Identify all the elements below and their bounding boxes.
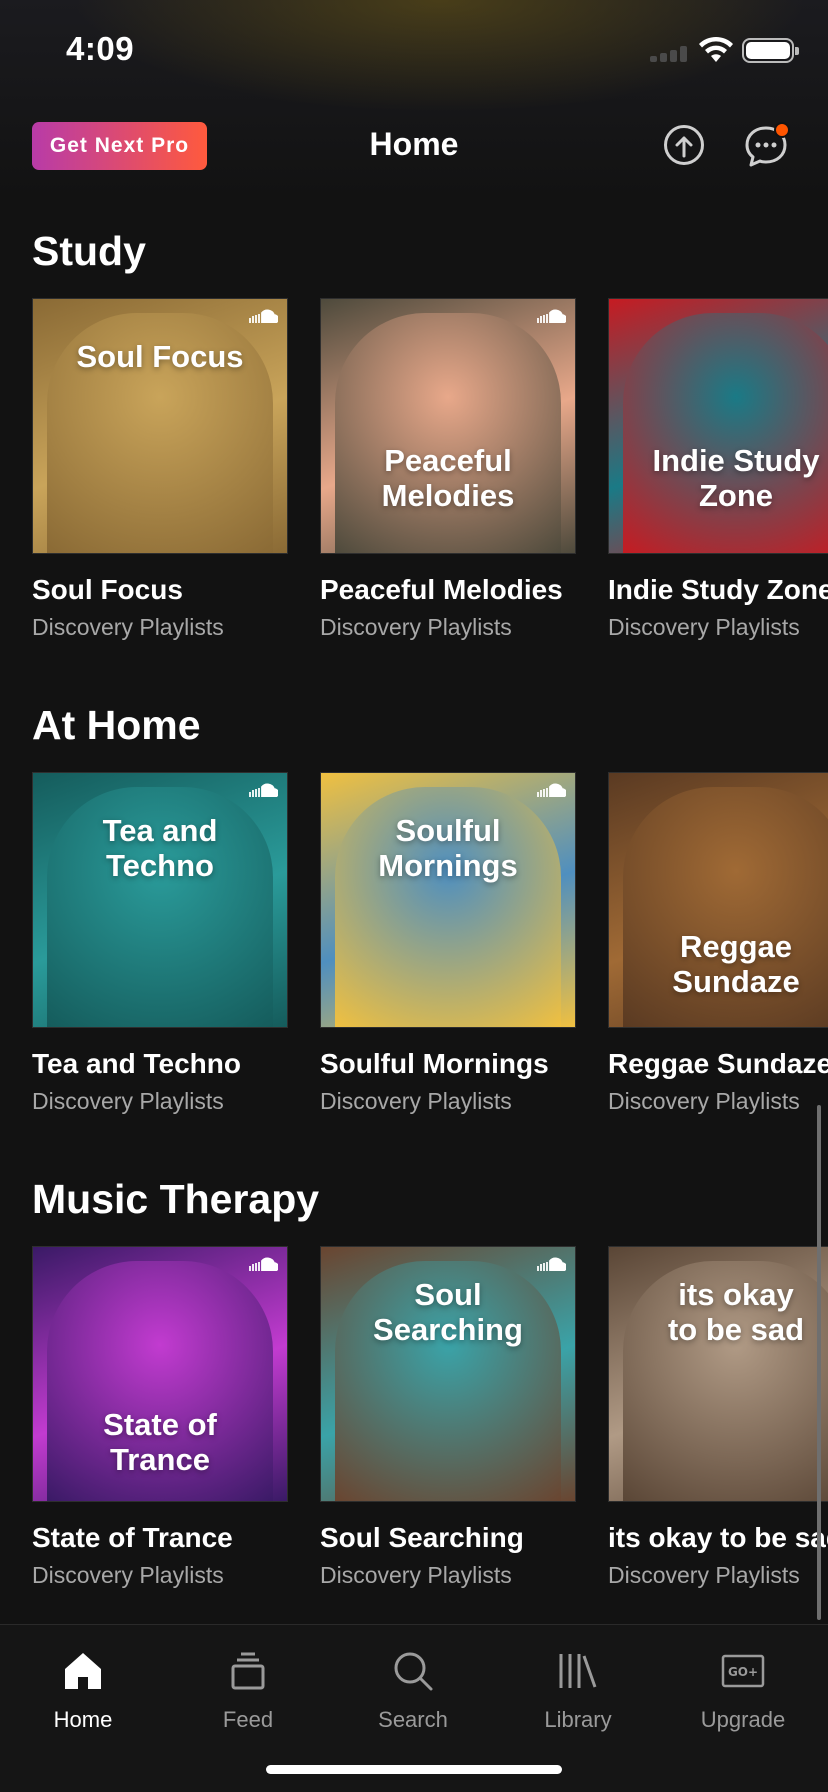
playlist-subtitle: Discovery Playlists <box>32 614 224 640</box>
playlist-card[interactable]: its okay to be sad its okay to be sad Di… <box>608 1246 828 1589</box>
soundcloud-icon <box>537 309 566 323</box>
playlist-card[interactable]: Tea and Techno Tea and Techno Discovery … <box>32 772 288 1115</box>
playlist-card[interactable]: Soulful Mornings Soulful Mornings Discov… <box>320 772 576 1115</box>
library-icon <box>559 1654 597 1688</box>
artwork-text: Peaceful Melodies <box>381 443 515 513</box>
notification-dot <box>774 122 790 138</box>
app-header: Get Next Pro Home <box>0 112 828 182</box>
playlist-subtitle: Discovery Playlists <box>608 614 800 640</box>
playlist-card[interactable]: Soul Focus Soul Focus Discovery Playlist… <box>32 298 288 641</box>
scrollbar[interactable] <box>817 1105 821 1620</box>
home-indicator <box>266 1765 562 1774</box>
feed-icon <box>231 1652 265 1690</box>
playlist-card[interactable]: Indie Study Zone Indie Study Zone Discov… <box>608 298 828 641</box>
artwork-text: Indie Study Zone <box>652 443 820 513</box>
soundcloud-icon <box>249 783 278 797</box>
artwork-text: Soul Focus <box>76 339 244 374</box>
playlist-title: Soul Focus <box>32 574 183 605</box>
playlist-title: Tea and Techno <box>32 1048 241 1079</box>
artwork-text: Reggae Sundaze <box>672 929 800 999</box>
playlist-subtitle: Discovery Playlists <box>32 1562 224 1588</box>
playlist-card[interactable]: Peaceful Melodies Peaceful Melodies Disc… <box>320 298 576 641</box>
playlist-artwork: Soul Focus <box>32 298 288 554</box>
playlist-card[interactable]: Soul Searching Soul Searching Discovery … <box>320 1246 576 1589</box>
soundcloud-icon <box>249 309 278 323</box>
playlist-title: its okay to be sad <box>608 1522 828 1553</box>
battery-icon <box>742 38 799 63</box>
playlist-title: Reggae Sundaze <box>608 1048 828 1079</box>
playlist-artwork: State of Trance <box>32 1246 288 1502</box>
artwork-text: Soul Searching <box>373 1277 523 1347</box>
tab-upgrade[interactable]: GO+ Upgrade <box>673 1645 813 1733</box>
playlist-artwork: its okay to be sad <box>608 1246 828 1502</box>
tab-label: Library <box>544 1707 612 1732</box>
artwork-text: Tea and Techno <box>102 813 218 883</box>
tab-label: Feed <box>222 1707 274 1732</box>
playlist-subtitle: Discovery Playlists <box>320 614 512 640</box>
artwork-text: Soulful Mornings <box>378 813 518 883</box>
playlist-subtitle: Discovery Playlists <box>320 1088 512 1114</box>
status-time: 4:09 <box>66 30 135 67</box>
playlist-subtitle: Discovery Playlists <box>320 1562 512 1588</box>
playlist-artwork: Reggae Sundaze <box>608 772 828 1028</box>
soundcloud-icon <box>537 783 566 797</box>
section-title: At Home <box>32 702 201 748</box>
svg-text:GO+: GO+ <box>728 1665 758 1679</box>
soundcloud-icon <box>537 1257 566 1271</box>
playlist-card[interactable]: Reggae Sundaze Reggae Sundaze Discovery … <box>608 772 828 1115</box>
artwork-text: State of Trance <box>103 1407 217 1477</box>
cellular-signal-icon <box>650 44 692 62</box>
tab-label: Search <box>378 1707 448 1732</box>
home-icon <box>65 1653 101 1689</box>
playlist-title: State of Trance <box>32 1522 233 1553</box>
tab-feed[interactable]: Feed <box>178 1645 318 1733</box>
section-title: Music Therapy <box>32 1176 320 1222</box>
playlist-artwork: Peaceful Melodies <box>320 298 576 554</box>
tab-home[interactable]: Home <box>13 1645 153 1733</box>
playlist-card[interactable]: State of Trance State of Trance Discover… <box>32 1246 288 1589</box>
soundcloud-icon <box>249 1257 278 1271</box>
playlist-artwork: Indie Study Zone <box>608 298 828 554</box>
tab-label: Home <box>53 1707 113 1732</box>
playlist-subtitle: Discovery Playlists <box>32 1088 224 1114</box>
playlist-title: Soul Searching <box>320 1522 524 1553</box>
status-bar: 4:09 <box>0 0 828 100</box>
upgrade-icon: GO+ <box>721 1654 765 1688</box>
tab-library[interactable]: Library <box>508 1645 648 1733</box>
playlist-title: Peaceful Melodies <box>320 574 563 605</box>
upload-icon[interactable] <box>664 125 704 165</box>
playlist-artwork: Soulful Mornings <box>320 772 576 1028</box>
playlist-title: Soulful Mornings <box>320 1048 549 1079</box>
messages-icon[interactable] <box>744 122 790 168</box>
playlist-subtitle: Discovery Playlists <box>608 1562 800 1588</box>
tab-label: Upgrade <box>700 1707 786 1732</box>
playlist-artwork: Tea and Techno <box>32 772 288 1028</box>
artwork-text: its okay to be sad <box>667 1277 805 1347</box>
wifi-icon <box>699 36 733 62</box>
search-icon <box>394 1652 433 1691</box>
tab-search[interactable]: Search <box>343 1645 483 1733</box>
playlist-artwork: Soul Searching <box>320 1246 576 1502</box>
section-title: Study <box>32 228 146 274</box>
playlist-subtitle: Discovery Playlists <box>608 1088 800 1114</box>
playlist-title: Indie Study Zone <box>608 574 828 605</box>
